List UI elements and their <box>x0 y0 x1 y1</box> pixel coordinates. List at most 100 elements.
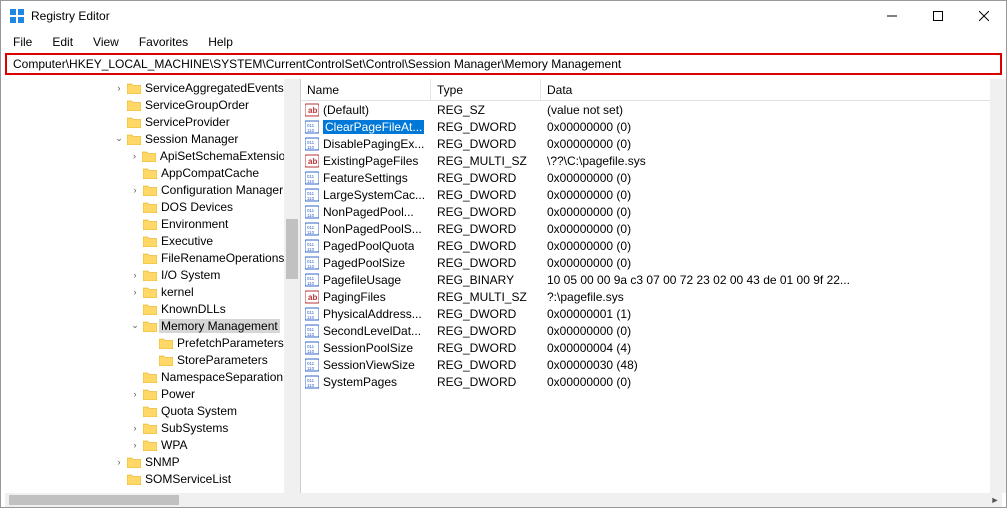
value-name: ClearPageFileAt... <box>323 120 424 134</box>
tree-node[interactable]: ›SNMP <box>5 453 300 470</box>
tree-node[interactable]: FileRenameOperations <box>5 249 300 266</box>
scrollbar-thumb[interactable] <box>286 219 298 279</box>
menu-edit[interactable]: Edit <box>44 33 81 51</box>
folder-icon <box>127 116 141 128</box>
value-data: \??\C:\pagefile.sys <box>541 154 1006 168</box>
tree-node[interactable]: DOS Devices <box>5 198 300 215</box>
value-row[interactable]: SessionPoolSizeREG_DWORD0x00000004 (4) <box>301 339 1006 356</box>
expand-icon[interactable]: › <box>129 422 141 434</box>
tree-node[interactable]: ›Configuration Manager <box>5 181 300 198</box>
col-header-type[interactable]: Type <box>431 79 541 100</box>
col-header-data[interactable]: Data <box>541 79 1006 100</box>
minimize-button[interactable] <box>878 6 906 26</box>
tree-node[interactable]: ›kernel <box>5 283 300 300</box>
tree-node-label: SOMServiceList <box>143 472 233 486</box>
expand-icon[interactable]: › <box>129 184 141 196</box>
value-type: REG_DWORD <box>431 205 541 219</box>
value-row[interactable]: ClearPageFileAt...REG_DWORD0x00000000 (0… <box>301 118 1006 135</box>
value-row[interactable]: PagefileUsageREG_BINARY10 05 00 00 9a c3… <box>301 271 1006 288</box>
collapse-icon[interactable]: ⌄ <box>113 133 125 145</box>
menu-view[interactable]: View <box>85 33 127 51</box>
tree-node[interactable]: KnownDLLs <box>5 300 300 317</box>
tree-node[interactable]: ⌄Memory Management <box>5 317 300 334</box>
no-expand-icon <box>113 473 125 485</box>
tree-node[interactable]: ServiceGroupOrder <box>5 96 300 113</box>
folder-icon <box>159 354 173 366</box>
expand-icon[interactable]: › <box>129 388 141 400</box>
expand-icon[interactable]: › <box>113 456 125 468</box>
value-row[interactable]: PagedPoolQuotaREG_DWORD0x00000000 (0) <box>301 237 1006 254</box>
tree-node[interactable]: Quota System <box>5 402 300 419</box>
no-expand-icon <box>145 354 157 366</box>
tree-node-label: ApiSetSchemaExtensions <box>158 149 300 163</box>
value-row[interactable]: (Default)REG_SZ(value not set) <box>301 101 1006 118</box>
tree-node[interactable]: ›I/O System <box>5 266 300 283</box>
col-header-name[interactable]: Name <box>301 79 431 100</box>
tree-node[interactable]: ⌄Session Manager <box>5 130 300 147</box>
close-button[interactable] <box>970 6 998 26</box>
folder-icon <box>127 133 141 145</box>
values-pane[interactable]: Name Type Data (Default)REG_SZ(value not… <box>301 79 1006 493</box>
value-data: (value not set) <box>541 103 1006 117</box>
binary-value-icon <box>305 256 319 270</box>
tree-pane[interactable]: ›ServiceAggregatedEventsServiceGroupOrde… <box>1 79 301 493</box>
value-row[interactable]: NonPagedPoolS...REG_DWORD0x00000000 (0) <box>301 220 1006 237</box>
value-type: REG_DWORD <box>431 375 541 389</box>
address-bar[interactable]: Computer\HKEY_LOCAL_MACHINE\SYSTEM\Curre… <box>5 53 1002 75</box>
tree-scrollbar[interactable] <box>284 79 300 493</box>
value-row[interactable]: ExistingPageFilesREG_MULTI_SZ\??\C:\page… <box>301 152 1006 169</box>
tree-node-label: PrefetchParameters <box>175 336 286 350</box>
tree-node[interactable]: › ApiSetSchemaExtensions <box>5 147 300 164</box>
value-data: 0x00000000 (0) <box>541 256 1006 270</box>
value-row[interactable]: SystemPagesREG_DWORD0x00000000 (0) <box>301 373 1006 390</box>
tree-node[interactable]: Environment <box>5 215 300 232</box>
value-name: PagingFiles <box>323 290 386 304</box>
expand-icon[interactable]: › <box>129 269 141 281</box>
expand-icon[interactable]: › <box>113 82 125 94</box>
value-name: FeatureSettings <box>323 171 408 185</box>
menu-favorites[interactable]: Favorites <box>131 33 196 51</box>
folder-icon <box>143 388 157 400</box>
tree-node[interactable]: NamespaceSeparation <box>5 368 300 385</box>
tree-node[interactable]: ›WPA <box>5 436 300 453</box>
tree-horizontal-scrollbar[interactable]: ◄ ► <box>5 493 1002 507</box>
expand-icon[interactable]: › <box>129 150 140 162</box>
no-expand-icon <box>145 337 157 349</box>
value-row[interactable]: SessionViewSizeREG_DWORD0x00000030 (48) <box>301 356 1006 373</box>
value-row[interactable]: PagingFilesREG_MULTI_SZ?:\pagefile.sys <box>301 288 1006 305</box>
menu-help[interactable]: Help <box>200 33 241 51</box>
tree-node[interactable]: ›ServiceAggregatedEvents <box>5 79 300 96</box>
value-data: 10 05 00 00 9a c3 07 00 72 23 02 00 43 d… <box>541 273 1006 287</box>
value-row[interactable]: NonPagedPool...REG_DWORD0x00000000 (0) <box>301 203 1006 220</box>
tree-node[interactable]: ›Power <box>5 385 300 402</box>
folder-icon <box>127 473 141 485</box>
value-row[interactable]: PhysicalAddress...REG_DWORD0x00000001 (1… <box>301 305 1006 322</box>
maximize-button[interactable] <box>924 6 952 26</box>
value-row[interactable]: FeatureSettingsREG_DWORD0x00000000 (0) <box>301 169 1006 186</box>
value-name: NonPagedPoolS... <box>323 222 422 236</box>
tree-node[interactable]: ›SubSystems <box>5 419 300 436</box>
value-type: REG_DWORD <box>431 239 541 253</box>
tree-node[interactable]: SOMServiceList <box>5 470 300 487</box>
tree-node[interactable]: AppCompatCache <box>5 164 300 181</box>
value-data: 0x00000000 (0) <box>541 324 1006 338</box>
expand-icon[interactable]: › <box>129 286 141 298</box>
value-type: REG_MULTI_SZ <box>431 290 541 304</box>
value-row[interactable]: SecondLevelDat...REG_DWORD0x00000000 (0) <box>301 322 1006 339</box>
value-type: REG_DWORD <box>431 307 541 321</box>
tree-node[interactable]: Executive <box>5 232 300 249</box>
scroll-right-icon[interactable]: ► <box>988 493 1002 507</box>
binary-value-icon <box>305 222 319 236</box>
value-row[interactable]: PagedPoolSizeREG_DWORD0x00000000 (0) <box>301 254 1006 271</box>
value-row[interactable]: LargeSystemCac...REG_DWORD0x00000000 (0) <box>301 186 1006 203</box>
menu-file[interactable]: File <box>5 33 40 51</box>
tree-node[interactable]: ServiceProvider <box>5 113 300 130</box>
tree-node[interactable]: StoreParameters <box>5 351 300 368</box>
scrollbar-thumb[interactable] <box>9 495 179 505</box>
values-scrollbar[interactable] <box>990 79 1006 493</box>
tree-node[interactable]: PrefetchParameters <box>5 334 300 351</box>
collapse-icon[interactable]: ⌄ <box>129 320 141 332</box>
expand-icon[interactable]: › <box>129 439 141 451</box>
no-expand-icon <box>129 218 141 230</box>
value-row[interactable]: DisablePagingEx...REG_DWORD0x00000000 (0… <box>301 135 1006 152</box>
